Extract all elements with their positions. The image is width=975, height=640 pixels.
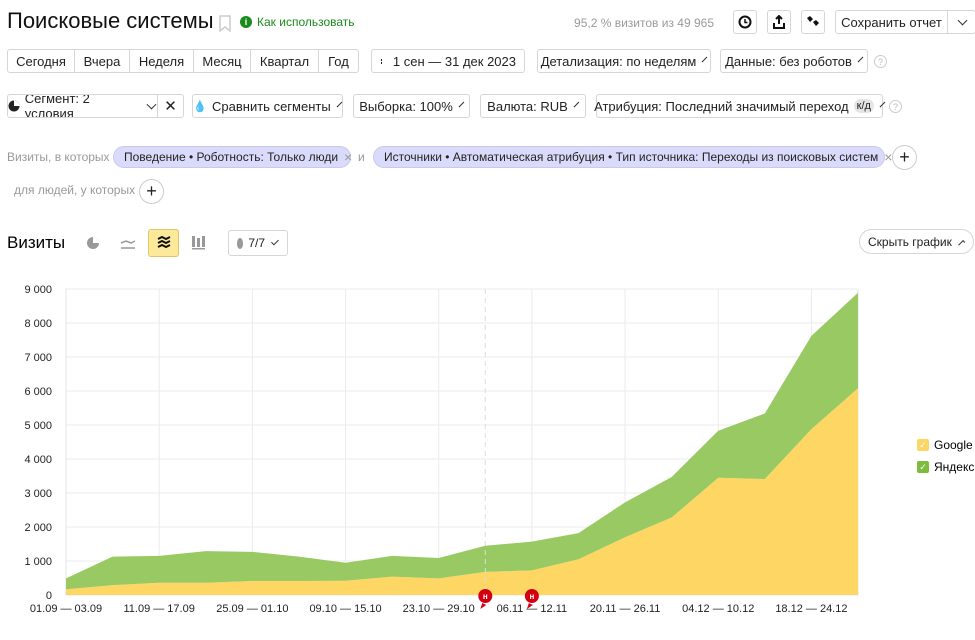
history-button[interactable] [733, 10, 757, 34]
chart-title: Визиты [7, 233, 66, 252]
y-tick-label: 0 [46, 590, 52, 602]
help-icon[interactable]: ? [874, 55, 887, 68]
x-tick-label: 01.09 — 03.09 [30, 603, 102, 615]
quote-icon [807, 16, 819, 26]
clear-segment-button[interactable]: ✕ [158, 95, 183, 117]
period-quarter[interactable]: Квартал [251, 50, 319, 72]
compare-segments-dropdown[interactable]: 💧 Сравнить сегменты [192, 94, 343, 118]
checkbox-icon: ✓ [917, 461, 929, 473]
x-tick-label: 18.12 — 24.12 [775, 603, 847, 615]
y-tick-label: 8 000 [24, 318, 52, 330]
close-icon: ✕ [164, 98, 177, 115]
segment-group: Сегмент: 2 условия ✕ [7, 94, 184, 118]
chevron-down-icon [957, 15, 967, 25]
y-tick-label: 2 000 [24, 522, 52, 534]
calendar-icon [381, 59, 382, 64]
comments-dropdown[interactable]: 7/7 [228, 230, 288, 256]
y-tick-label: 7 000 [24, 352, 52, 364]
condition-chip-source[interactable]: Источники • Автоматическая атрибуция • Т… [373, 146, 892, 168]
date-range-button[interactable]: 1 сен — 31 дек 2023 [371, 49, 525, 73]
currency-dropdown[interactable]: Валюта: RUB [480, 94, 586, 118]
annotation-label: н [483, 592, 488, 601]
add-visit-condition-button[interactable]: + [892, 145, 917, 170]
visits-summary: 95,2 % визитов из 49 965 [574, 16, 714, 30]
help-icon[interactable]: ? [889, 100, 902, 113]
x-tick-label: 25.09 — 01.10 [216, 603, 288, 615]
export-button[interactable] [767, 10, 791, 34]
stacked-area-icon [157, 236, 170, 249]
chevron-down-icon [857, 56, 864, 62]
chevron-down-icon [701, 56, 708, 62]
bookmark-icon[interactable] [219, 15, 231, 32]
legend-item-yandex[interactable]: ✓ Яндекс [917, 456, 974, 478]
data-dropdown[interactable]: Данные: без роботов [720, 49, 868, 73]
save-report-group: Сохранить отчет [835, 10, 975, 34]
chevron-down-icon [271, 237, 279, 245]
x-tick-label: 09.10 — 15.10 [309, 603, 381, 615]
chevron-down-icon [336, 101, 343, 107]
y-tick-label: 5 000 [24, 420, 52, 432]
line-chart-view-icon[interactable] [120, 236, 136, 250]
plus-icon: + [899, 147, 910, 167]
help-link[interactable]: i Как использовать [240, 15, 355, 29]
drops-icon: 💧 [193, 100, 208, 113]
save-report-dropdown[interactable] [948, 11, 975, 33]
chevron-down-icon [573, 101, 580, 107]
period-today[interactable]: Сегодня [8, 50, 75, 72]
close-icon[interactable]: × [344, 149, 352, 165]
bar-chart-view-icon[interactable] [191, 235, 206, 250]
y-tick-label: 9 000 [24, 284, 52, 296]
and-label: и [358, 150, 365, 164]
attribution-badge: к/д [853, 99, 874, 113]
chart-legend: ✓ Google ✓ Яндекс [917, 434, 974, 478]
visits-chart: 0 1 000 2 000 3 000 4 000 5 000 6 000 7 000 8 00… [24, 284, 859, 615]
plus-icon: + [146, 181, 157, 201]
stacked-area-view-button[interactable] [148, 229, 179, 257]
detail-dropdown[interactable]: Детализация: по неделям [537, 49, 711, 73]
attribution-dropdown[interactable]: Атрибуция: Последний значимый переход к/д [594, 94, 886, 118]
checkbox-icon: ✓ [917, 439, 929, 451]
y-tick-label: 3 000 [24, 488, 52, 500]
chevron-down-icon [879, 101, 886, 107]
pie-icon [8, 100, 20, 112]
y-tick-label: 6 000 [24, 386, 52, 398]
x-tick-label: 20.11 — 26.11 [590, 603, 661, 615]
annotation-label: н [529, 592, 534, 601]
legend-item-google[interactable]: ✓ Google [917, 434, 974, 456]
condition-chip-behavior[interactable]: Поведение • Роботность: Только люди × [113, 146, 352, 168]
people-condition-label: для людей, у которых [14, 183, 136, 197]
x-tick-label: 04.12 — 10.12 [682, 603, 754, 615]
period-presets: Сегодня Вчера Неделя Месяц Квартал Год [7, 49, 359, 73]
chevron-down-icon [146, 99, 157, 109]
visits-condition-label: Визиты, в которых [7, 150, 110, 164]
pie-chart-view-icon[interactable] [86, 236, 100, 250]
annotation-tail [480, 603, 487, 609]
segment-dropdown[interactable]: Сегмент: 2 условия [8, 95, 158, 117]
x-tick-label: 23.10 — 29.10 [403, 603, 475, 615]
sample-dropdown[interactable]: Выборка: 100% [353, 94, 470, 118]
period-yesterday[interactable]: Вчера [75, 50, 130, 72]
save-report-button[interactable]: Сохранить отчет [836, 11, 948, 33]
page-title: Поисковые системы [7, 8, 214, 33]
add-people-condition-button[interactable]: + [139, 179, 164, 204]
comment-icon [237, 237, 244, 249]
period-week[interactable]: Неделя [130, 50, 194, 72]
x-tick-label: 11.09 — 17.09 [123, 603, 194, 615]
chevron-up-icon [957, 239, 966, 247]
y-tick-label: 1 000 [24, 556, 52, 568]
period-year[interactable]: Год [319, 50, 358, 72]
api-button[interactable] [801, 10, 825, 34]
info-icon: i [240, 16, 252, 28]
y-tick-label: 4 000 [24, 454, 52, 466]
period-month[interactable]: Месяц [194, 50, 251, 72]
chevron-down-icon [458, 101, 465, 107]
share-icon [773, 15, 785, 29]
clock-icon [738, 15, 752, 29]
hide-chart-button[interactable]: Скрыть график [859, 229, 974, 254]
